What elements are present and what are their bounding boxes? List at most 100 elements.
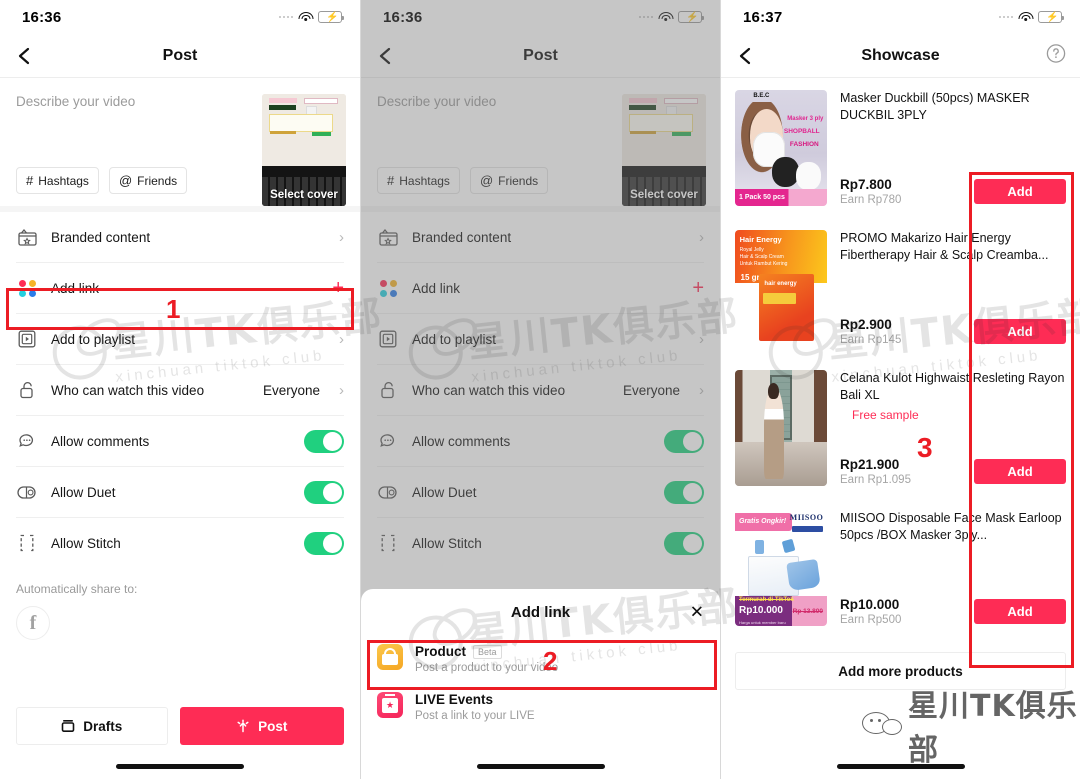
select-cover-thumbnail[interactable]: Select cover — [262, 94, 346, 206]
product-price-block: Rp7.800 Earn Rp780 — [840, 177, 901, 206]
product-details: PROMO Makarizo Hair Energy Fibertherapy … — [840, 230, 1066, 346]
live-events-calendar-icon — [377, 692, 403, 718]
product-details: Celana Kulot Highwaist Resleting Rayon B… — [840, 370, 1066, 486]
toggle-allow-duet[interactable] — [304, 480, 344, 504]
product-earn: Earn Rp500 — [840, 614, 902, 626]
product-earn: Earn Rp145 — [840, 334, 902, 346]
duet-icon — [16, 481, 38, 503]
thumb-title: Hair Energy — [739, 234, 782, 244]
toggle-allow-comments[interactable] — [304, 429, 344, 453]
free-sample-badge: Free sample — [852, 407, 919, 422]
plus-icon[interactable]: + — [332, 278, 344, 298]
chevron-right-icon: › — [339, 228, 344, 246]
hashtags-chip[interactable]: # Hashtags — [16, 167, 99, 194]
screenshot-stage: 16:36 ⚡ Post Describe your video # Hasht… — [0, 0, 1080, 779]
close-icon[interactable]: ✕ — [690, 604, 704, 621]
battery-charging-icon: ⚡ — [318, 11, 345, 23]
product-bag-icon — [377, 644, 403, 670]
annotation-number-3: 3 — [917, 432, 933, 463]
product-row[interactable]: Hair Energy Royal Jelly Hair & Scalp Crea… — [735, 218, 1066, 358]
thumb-brand-text: B.E.C — [753, 93, 770, 100]
thumb-logo: hair energy — [764, 280, 797, 287]
friends-chip[interactable]: @ Friends — [108, 167, 188, 194]
status-bar: 16:36 ⚡ — [0, 0, 360, 34]
help-circle-icon[interactable] — [1046, 43, 1066, 68]
annotation-number-2: 2 — [543, 646, 558, 676]
row-allow-comments[interactable]: Allow comments — [16, 416, 344, 466]
row-allow-stitch[interactable]: Allow Stitch — [16, 518, 344, 568]
comment-icon — [16, 430, 38, 452]
sheet-item-title: LIVE Events — [415, 692, 494, 707]
panel-post-settings: 16:36 ⚡ Post Describe your video # Hasht… — [0, 0, 360, 779]
sheet-item-product[interactable]: Product Beta Post a product to your vide… — [361, 635, 720, 683]
product-price-block: Rp21.900 Earn Rp1.095 — [840, 457, 911, 486]
post-button[interactable]: Post — [179, 707, 344, 745]
nav-bar: Post — [0, 34, 360, 78]
product-thumbnail: Gratis Ongkir! MIISOO Termurah di TikTok… — [735, 510, 827, 626]
status-indicators: ⚡ — [278, 11, 345, 23]
status-time: 16:37 — [743, 8, 783, 26]
thumb-subtitle: Royal Jelly Hair & Scalp Cream Untuk Rambu… — [739, 247, 788, 267]
chevron-right-icon: › — [339, 330, 344, 348]
facebook-icon[interactable]: f — [16, 606, 50, 640]
add-product-button[interactable]: Add — [974, 319, 1066, 344]
battery-charging-icon: ⚡ — [1038, 11, 1065, 23]
annotation-number-1: 1 — [166, 294, 181, 324]
product-price: Rp7.800 — [840, 177, 892, 192]
add-product-button[interactable]: Add — [974, 599, 1066, 624]
stitch-icon — [16, 532, 38, 554]
auto-share-label: Automatically share to: — [16, 582, 138, 596]
thumb-price: Rp10.000 — [739, 604, 783, 616]
settings-list: Branded content › Add link + Add to play… — [0, 212, 360, 568]
thumb-line3: FASHION — [789, 141, 819, 149]
product-row[interactable]: Celana Kulot Highwaist Resleting Rayon B… — [735, 358, 1066, 498]
add-product-button[interactable]: Add — [974, 459, 1066, 484]
product-name: PROMO Makarizo Hair Energy Fibertherapy … — [840, 231, 1049, 262]
toggle-allow-stitch[interactable] — [304, 531, 344, 555]
thumb-price-bar: Termurah di TikTok Rp10.000 Harga untuk … — [735, 595, 827, 626]
row-allow-duet[interactable]: Allow Duet — [16, 467, 344, 517]
back-button[interactable] — [14, 45, 36, 67]
hashtag-icon: # — [26, 173, 34, 188]
lock-icon — [16, 379, 38, 401]
product-row[interactable]: B.E.C Masker 3 ply SHOPBALL FASHION 1 Pa… — [735, 78, 1066, 218]
row-branded-content[interactable]: Branded content › — [16, 212, 344, 262]
caption-input-placeholder[interactable]: Describe your video — [16, 94, 262, 109]
thumb-gram: 15 gr — [740, 272, 760, 282]
row-label: Who can watch this video — [51, 382, 205, 398]
product-row[interactable]: Gratis Ongkir! MIISOO Termurah di TikTok… — [735, 498, 1066, 638]
back-button[interactable] — [735, 45, 757, 67]
row-label: Allow comments — [51, 433, 150, 449]
home-indicator — [476, 764, 605, 769]
post-upload-icon — [237, 719, 249, 733]
drafts-button[interactable]: Drafts — [16, 707, 168, 745]
caption-area[interactable]: Describe your video # Hashtags @ Friends — [16, 94, 262, 206]
product-price: Rp10.000 — [840, 597, 900, 612]
add-link-dots-icon — [16, 277, 38, 299]
thumb-bottom-bar: 1 Pack 50 pcs — [735, 188, 827, 206]
page-title: Showcase — [861, 46, 940, 64]
playlist-icon — [16, 328, 38, 350]
page-title: Post — [162, 46, 198, 64]
row-who-can-watch[interactable]: Who can watch this video Everyone › — [16, 365, 344, 415]
signal-dots-icon — [278, 15, 293, 19]
thumb-ribbon: Gratis Ongkir! — [735, 513, 793, 531]
nav-bar: Showcase — [721, 34, 1080, 78]
showcase-product-list: B.E.C Masker 3 ply SHOPBALL FASHION 1 Pa… — [721, 78, 1080, 638]
product-price-block: Rp10.000 Earn Rp500 — [840, 597, 901, 626]
product-details: Masker Duckbill (50pcs) MASKER DUCKBIL 3… — [840, 90, 1066, 206]
wifi-icon — [1018, 11, 1033, 23]
product-name: Celana Kulot Highwaist Resleting Rayon B… — [840, 371, 1065, 402]
select-cover-label: Select cover — [270, 189, 338, 201]
status-bar: 16:37 ⚡ — [721, 0, 1080, 34]
wechat-icon — [862, 710, 902, 741]
add-product-button[interactable]: Add — [974, 179, 1066, 204]
product-details: MIISOO Disposable Face Mask Earloop 50pc… — [840, 510, 1066, 626]
beta-badge: Beta — [473, 644, 502, 659]
post-footer: Drafts Post — [0, 707, 360, 745]
watermark-logo-text: 星川TK俱乐部 — [908, 689, 1078, 768]
sheet-item-title-row: Product Beta — [415, 644, 704, 659]
friends-chip-label: Friends — [137, 173, 178, 188]
sheet-item-live-events[interactable]: LIVE Events Post a link to your LIVE — [361, 683, 720, 731]
sheet-item-title-row: LIVE Events — [415, 692, 704, 707]
